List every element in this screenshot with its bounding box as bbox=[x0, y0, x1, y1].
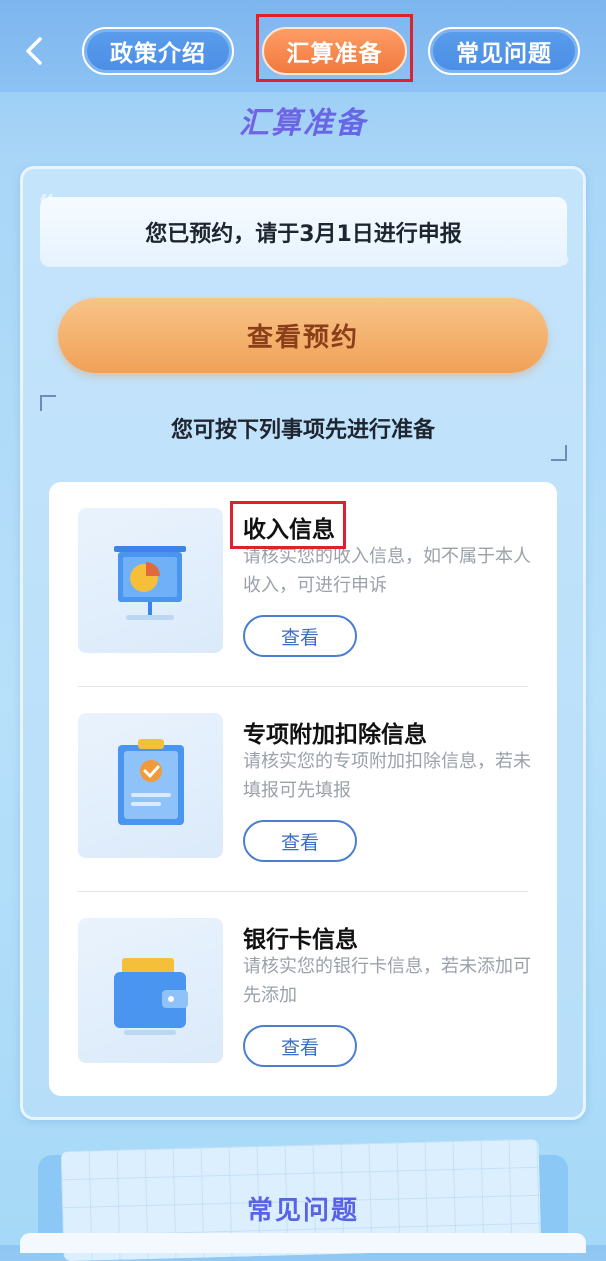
tab-label: 常见问题 bbox=[456, 41, 552, 67]
view-income-button[interactable]: 查看 bbox=[243, 615, 357, 657]
tab-policy-intro[interactable]: 政策介绍 bbox=[82, 27, 234, 75]
item-title: 银行卡信息 bbox=[243, 927, 358, 953]
section-title: 汇算准备 bbox=[0, 98, 606, 142]
corner-bracket-icon bbox=[551, 445, 567, 461]
list-item-deductions: 专项附加扣除信息 请核实您的专项附加扣除信息，若未填报可先填报 查看 bbox=[49, 687, 557, 892]
view-deductions-button[interactable]: 查看 bbox=[243, 820, 357, 862]
presentation-chart-icon bbox=[78, 508, 223, 653]
corner-bracket-icon bbox=[40, 395, 56, 411]
item-title: 收入信息 bbox=[243, 517, 335, 543]
wallet-icon bbox=[78, 918, 223, 1063]
item-title: 专项附加扣除信息 bbox=[243, 722, 427, 748]
quote-close-icon: ” bbox=[554, 253, 572, 283]
view-bank-card-button[interactable]: 查看 bbox=[243, 1025, 357, 1067]
view-appointment-button[interactable]: 查看预约 bbox=[58, 298, 548, 373]
prep-items-card: 收入信息 请核实您的收入信息，如不属于本人收入，可进行申诉 查看 专项附加扣除信… bbox=[49, 482, 557, 1096]
tab-label: 汇算准备 bbox=[286, 41, 383, 67]
button-label: 查看 bbox=[280, 626, 319, 649]
list-item-income: 收入信息 请核实您的收入信息，如不属于本人收入，可进行申诉 查看 bbox=[49, 482, 557, 687]
button-label: 查看 bbox=[280, 1036, 319, 1059]
tab-label: 政策介绍 bbox=[110, 41, 206, 67]
back-button[interactable] bbox=[18, 32, 48, 70]
item-desc: 请核实您的专项附加扣除信息，若未填报可先填报 bbox=[243, 751, 531, 801]
view-appointment-label: 查看预约 bbox=[246, 323, 359, 353]
tab-settlement-prep[interactable]: 汇算准备 bbox=[262, 27, 407, 75]
appointment-notice: 您已预约，请于3月1日进行申报 bbox=[40, 197, 567, 267]
prep-hint: 您可按下列事项先进行准备 bbox=[170, 418, 435, 443]
chevron-left-icon bbox=[26, 37, 42, 65]
top-nav-bar: 政策介绍 汇算准备 常见问题 bbox=[0, 0, 606, 92]
clipboard-check-icon bbox=[78, 713, 223, 858]
faq-content-edge bbox=[20, 1233, 586, 1253]
faq-title[interactable]: 常见问题 bbox=[0, 1190, 606, 1227]
button-label: 查看 bbox=[280, 831, 319, 854]
list-item-bank-card: 银行卡信息 请核实您的银行卡信息，若未添加可先添加 查看 bbox=[49, 892, 557, 1097]
notice-text: 您已预约，请于3月1日进行申报 bbox=[145, 222, 462, 247]
item-desc: 请核实您的收入信息，如不属于本人收入，可进行申诉 bbox=[243, 546, 531, 596]
item-desc: 请核实您的银行卡信息，若未添加可先添加 bbox=[243, 956, 531, 1006]
tab-faq[interactable]: 常见问题 bbox=[428, 27, 580, 75]
